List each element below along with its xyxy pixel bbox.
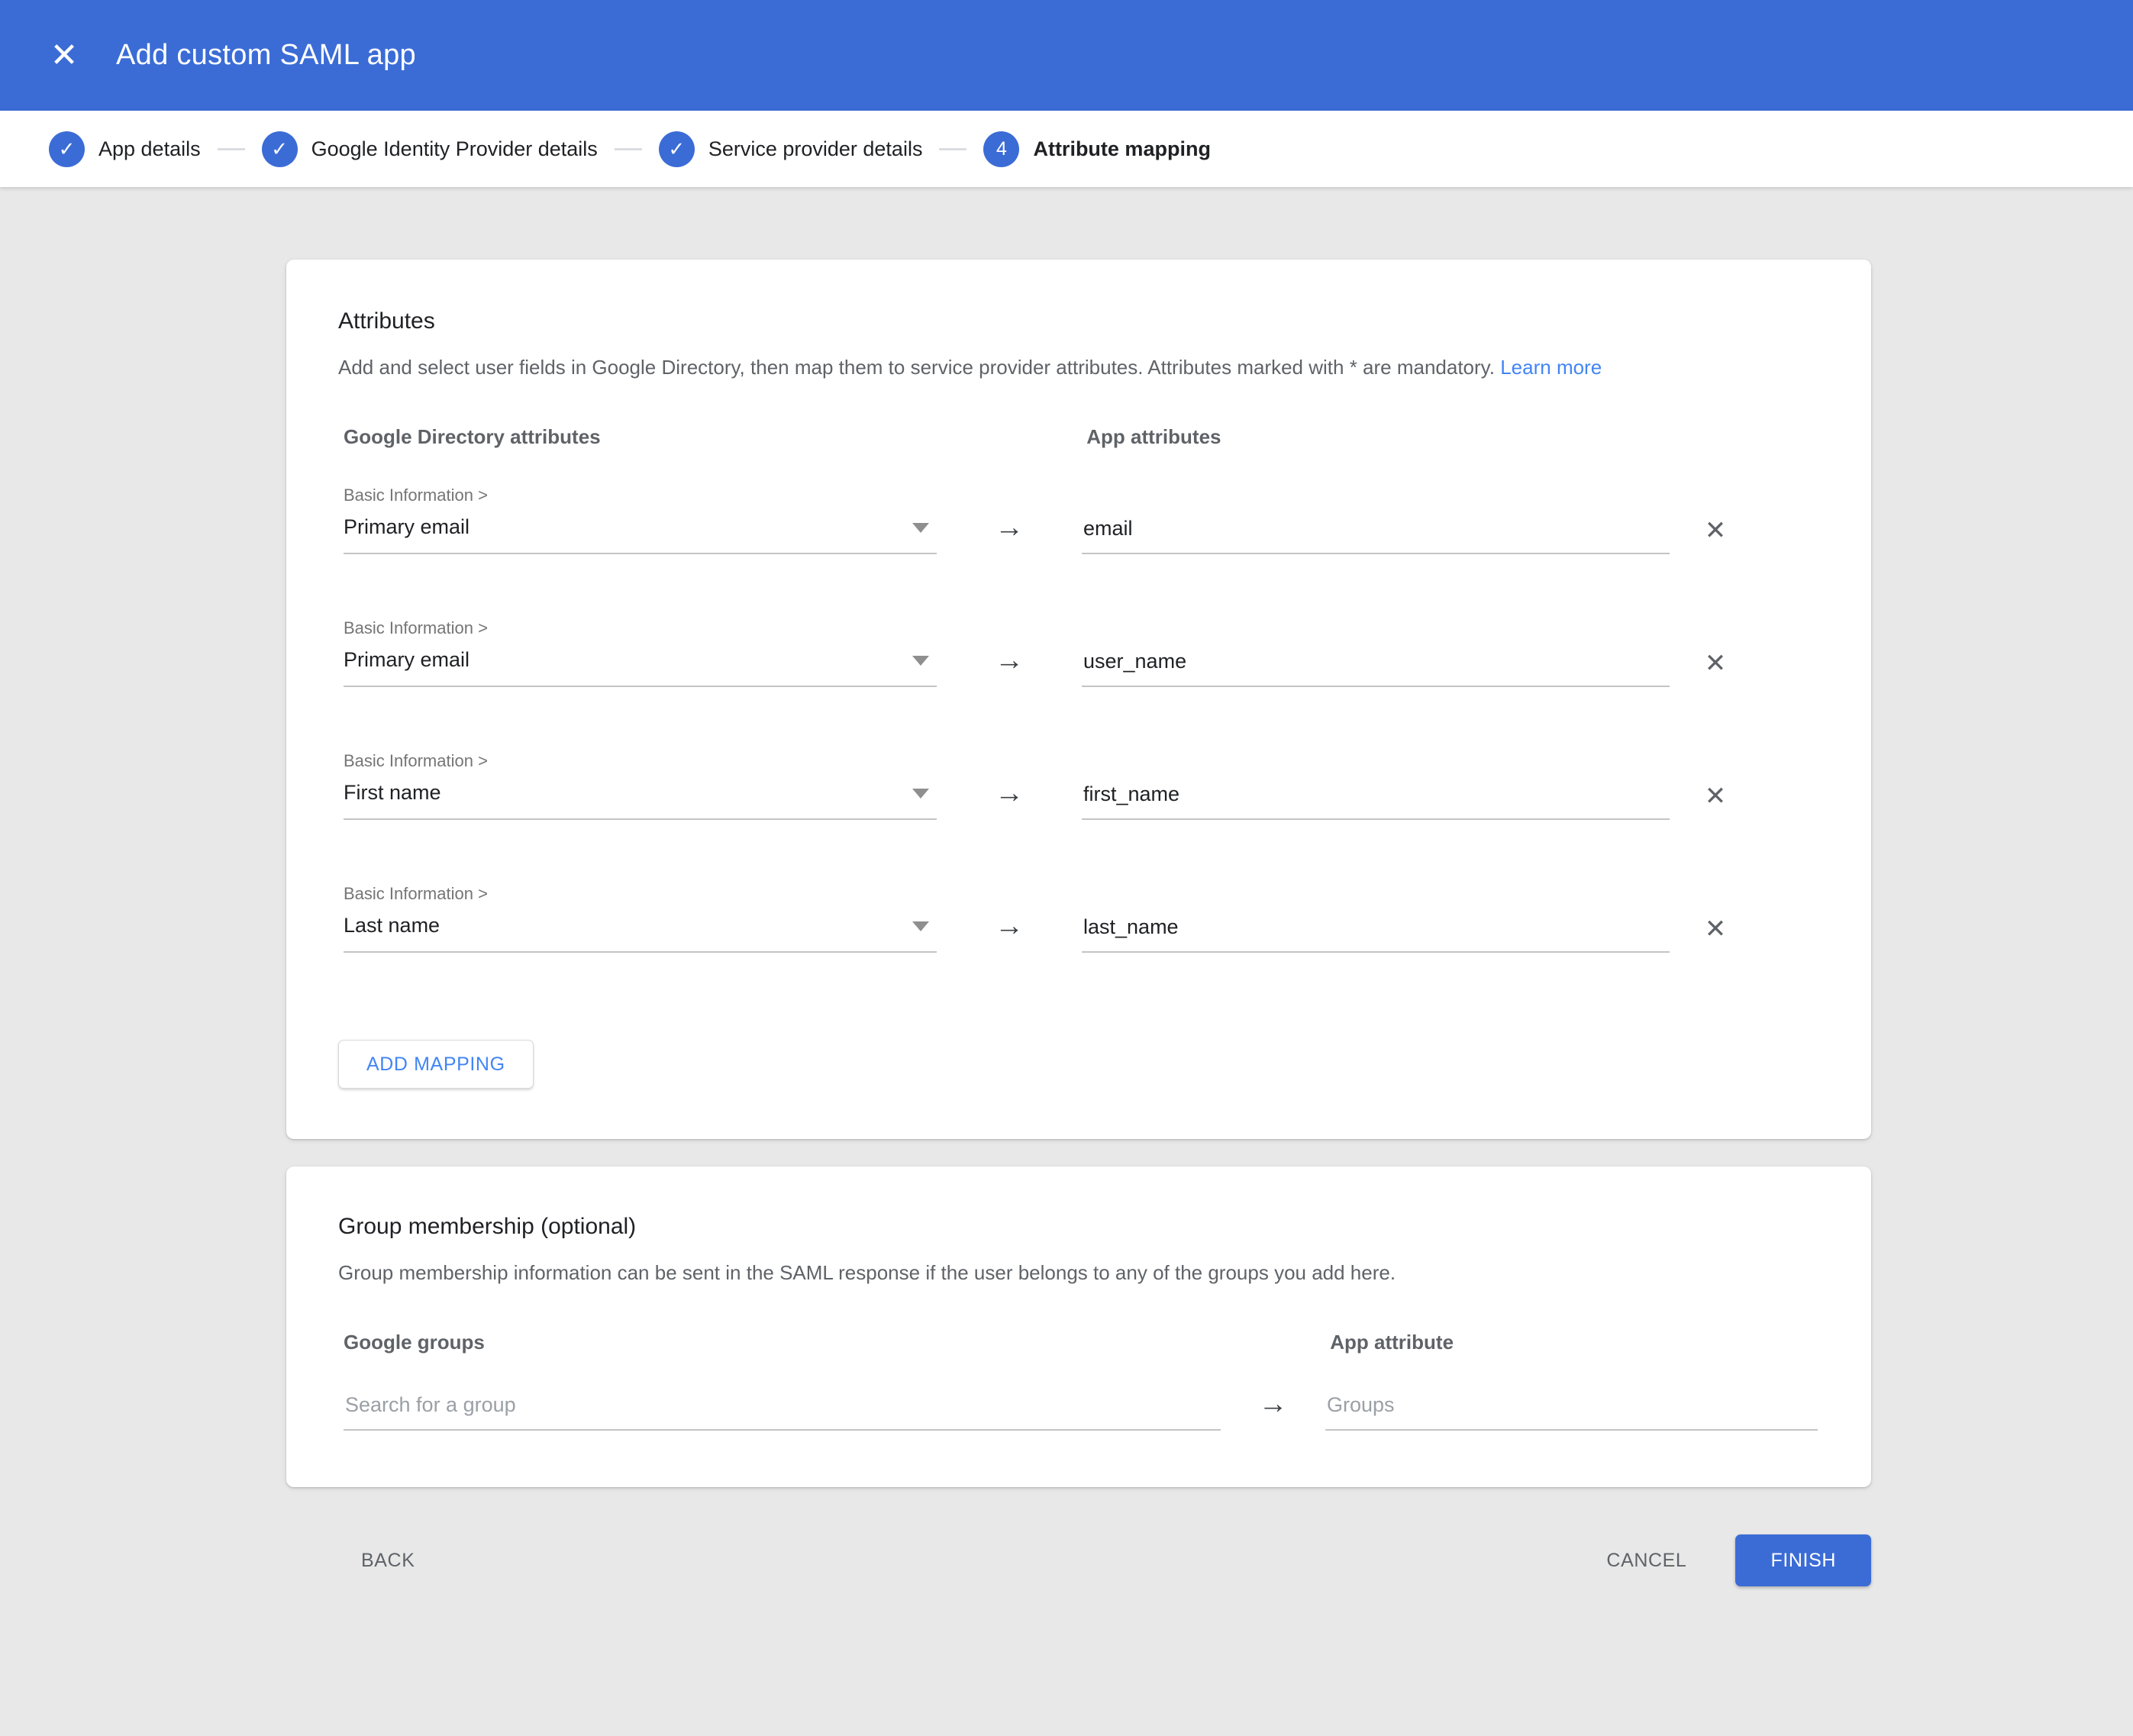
arrow-right-icon: → (1221, 1389, 1325, 1418)
arrow-right-icon: → (937, 912, 1082, 941)
select-value: Last name (344, 913, 937, 953)
step-number: 4 (996, 138, 1007, 160)
step-complete-circle: ✓ (49, 131, 85, 167)
app-attribute-input[interactable] (1082, 517, 1670, 554)
dialog-title: Add custom SAML app (116, 39, 416, 72)
dropdown-icon (912, 789, 929, 799)
group-app-attribute-input[interactable] (1325, 1393, 1818, 1431)
app-attribute-input[interactable] (1082, 915, 1670, 953)
close-icon[interactable]: ✕ (44, 39, 84, 73)
select-category-label: Basic Information > (344, 618, 937, 638)
group-mapping-row: → (338, 1389, 1819, 1431)
page-content: Attributes Add and select user fields in… (0, 260, 2133, 1586)
group-membership-card: Group membership (optional) Group member… (286, 1166, 1871, 1487)
delete-mapping-icon[interactable]: ✕ (1670, 650, 1761, 676)
arrow-right-icon: → (937, 513, 1082, 542)
step-separator (939, 148, 966, 150)
dropdown-icon (912, 921, 929, 931)
directory-attribute-select[interactable]: Basic Information > Last name (344, 884, 937, 953)
group-membership-description: Group membership information can be sent… (338, 1260, 1819, 1286)
check-icon: ✓ (271, 137, 288, 161)
stepper: ✓ App details ✓ Google Identity Provider… (0, 111, 2133, 187)
step-label-attribute-mapping: Attribute mapping (1033, 137, 1210, 161)
select-value: Primary email (344, 515, 937, 554)
select-value: Primary email (344, 647, 937, 687)
learn-more-link[interactable]: Learn more (1500, 356, 1602, 379)
google-directory-attributes-header: Google Directory attributes (344, 425, 1082, 449)
select-value: First name (344, 780, 937, 820)
select-category-label: Basic Information > (344, 486, 937, 505)
select-category-label: Basic Information > (344, 884, 937, 904)
delete-mapping-icon[interactable]: ✕ (1670, 518, 1761, 544)
cancel-button[interactable]: CANCEL (1599, 1536, 1694, 1586)
footer-actions: BACK CANCEL FINISH (286, 1534, 1871, 1586)
app-attribute-header: App attribute (1330, 1331, 1454, 1354)
check-icon: ✓ (668, 137, 685, 161)
finish-button[interactable]: FINISH (1735, 1534, 1871, 1586)
app-attribute-input[interactable] (1082, 782, 1670, 820)
directory-attribute-select[interactable]: Basic Information > Primary email (344, 486, 937, 554)
delete-mapping-icon[interactable]: ✕ (1670, 783, 1761, 809)
google-groups-header: Google groups (344, 1331, 1325, 1354)
step-attribute-mapping[interactable]: 4 Attribute mapping (983, 131, 1210, 167)
attributes-description-text: Add and select user fields in Google Dir… (338, 356, 1495, 379)
attributes-column-headers: Google Directory attributes App attribut… (338, 425, 1819, 449)
dropdown-icon (912, 656, 929, 666)
dropdown-icon (912, 523, 929, 533)
attributes-title: Attributes (338, 308, 1819, 334)
back-button[interactable]: BACK (353, 1536, 422, 1586)
directory-attribute-select[interactable]: Basic Information > First name (344, 751, 937, 820)
select-category-label: Basic Information > (344, 751, 937, 771)
directory-attribute-select[interactable]: Basic Information > Primary email (344, 618, 937, 687)
arrow-right-icon: → (937, 646, 1082, 675)
delete-mapping-icon[interactable]: ✕ (1670, 916, 1761, 942)
app-attribute-input[interactable] (1082, 650, 1670, 687)
step-separator (615, 148, 642, 150)
step-label-app-details: App details (98, 137, 201, 161)
step-label-google-idp-details: Google Identity Provider details (311, 137, 598, 161)
app-header: ✕ Add custom SAML app (0, 0, 2133, 111)
mapping-row: Basic Information > First name → ✕ (338, 751, 1819, 820)
step-google-idp-details[interactable]: ✓ Google Identity Provider details (262, 131, 598, 167)
step-complete-circle: ✓ (262, 131, 298, 167)
mapping-row: Basic Information > Primary email → ✕ (338, 618, 1819, 687)
add-mapping-button[interactable]: ADD MAPPING (338, 1040, 534, 1089)
step-separator (218, 148, 245, 150)
group-search-input[interactable] (344, 1393, 1221, 1431)
arrow-right-icon: → (937, 779, 1082, 808)
check-icon: ✓ (59, 137, 76, 161)
mapping-rows: Basic Information > Primary email → ✕ Ba… (338, 486, 1819, 953)
step-app-details[interactable]: ✓ App details (49, 131, 201, 167)
step-service-provider-details[interactable]: ✓ Service provider details (659, 131, 923, 167)
group-membership-title: Group membership (optional) (338, 1214, 1819, 1240)
attributes-card: Attributes Add and select user fields in… (286, 260, 1871, 1139)
app-attributes-header: App attributes (1086, 425, 1221, 448)
attributes-description: Add and select user fields in Google Dir… (338, 354, 1819, 381)
group-column-headers: Google groups App attribute (338, 1331, 1819, 1354)
step-complete-circle: ✓ (659, 131, 695, 167)
mapping-row: Basic Information > Last name → ✕ (338, 884, 1819, 953)
mapping-row: Basic Information > Primary email → ✕ (338, 486, 1819, 554)
step-number-circle: 4 (983, 131, 1019, 167)
step-label-service-provider-details: Service provider details (708, 137, 923, 161)
